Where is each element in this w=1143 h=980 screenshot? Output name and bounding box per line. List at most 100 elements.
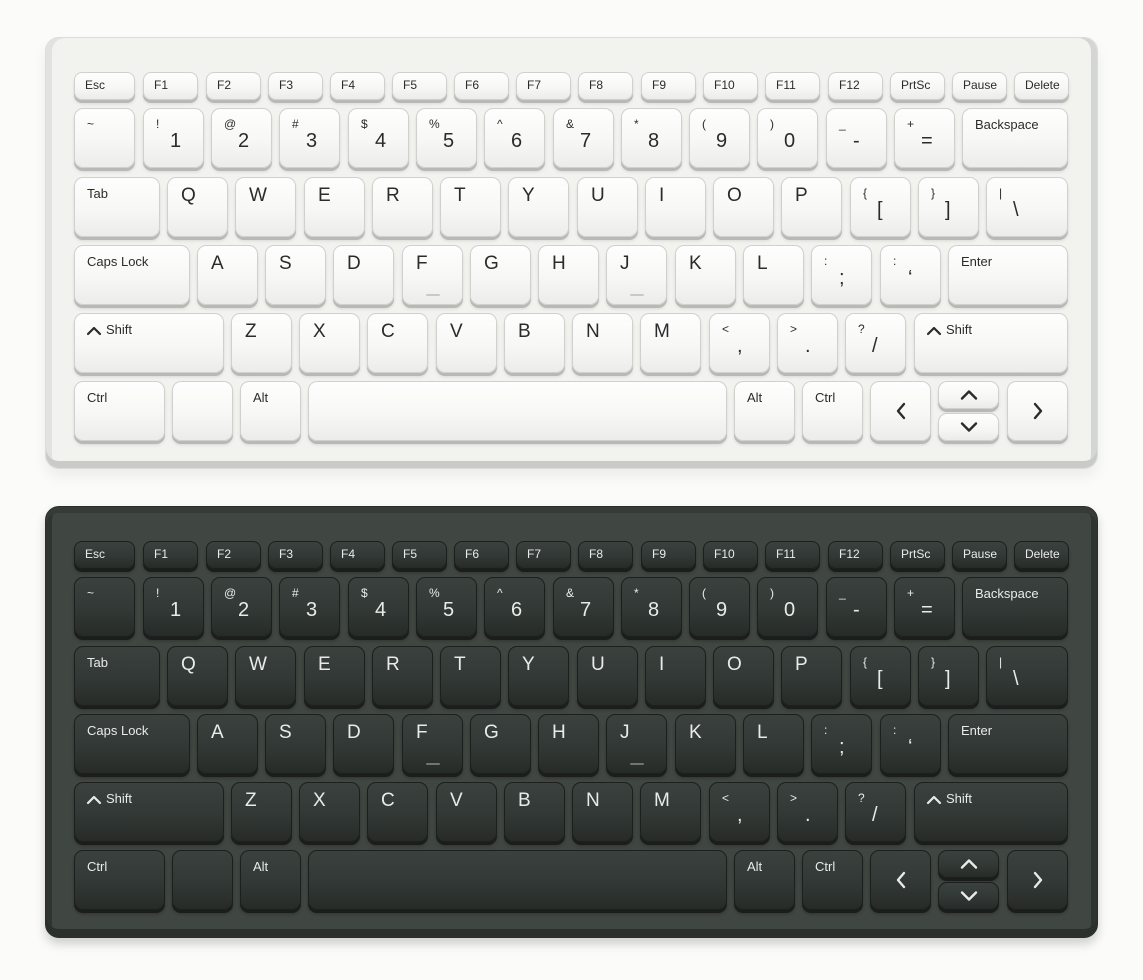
key-backslash[interactable]: | \ — [986, 177, 1068, 237]
key-1[interactable]: ! 1 — [143, 108, 204, 168]
key-backslash[interactable]: | \ — [986, 646, 1068, 706]
key-6[interactable]: ^ 6 — [484, 108, 545, 168]
key-f10[interactable]: F10 — [703, 541, 758, 569]
key-f6[interactable]: F6 — [454, 541, 509, 569]
key-ctrl[interactable]: Ctrl — [74, 850, 165, 910]
key-a[interactable]: A — [197, 714, 258, 774]
key-8[interactable]: * 8 — [621, 577, 682, 637]
key-f7[interactable]: F7 — [516, 72, 571, 100]
key-w[interactable]: W — [235, 646, 296, 706]
key-f4[interactable]: F4 — [330, 541, 385, 569]
key-3[interactable]: #3 — [279, 577, 340, 637]
key-f11[interactable]: F11 — [765, 541, 820, 569]
key-4[interactable]: $4 — [348, 577, 409, 637]
key-comma[interactable]: <, — [709, 313, 770, 373]
key-f3[interactable]: F3 — [268, 72, 323, 100]
key-s[interactable]: S — [265, 245, 326, 305]
key-f5[interactable]: F5 — [392, 541, 447, 569]
key-equals[interactable]: + = — [894, 577, 955, 637]
key-9[interactable]: (9 — [689, 577, 750, 637]
key-q[interactable]: Q — [167, 177, 228, 237]
key-0[interactable]: ) 0 — [757, 577, 818, 637]
key-f6[interactable]: F6 — [454, 72, 509, 100]
key-ctrl[interactable]: Ctrl — [802, 850, 863, 910]
key-esc[interactable]: Esc — [74, 72, 135, 100]
key-u[interactable]: U — [577, 646, 638, 706]
key-alt[interactable]: Alt — [240, 850, 301, 910]
key-e[interactable]: E — [304, 177, 365, 237]
key-shift[interactable]: Shift — [914, 782, 1068, 842]
key-period[interactable]: >. — [777, 782, 838, 842]
key-k[interactable]: K — [675, 714, 736, 774]
key-backspace[interactable]: Backspace — [962, 577, 1068, 637]
key-tilde[interactable]: ~ — [74, 577, 135, 637]
key-r[interactable]: R — [372, 646, 433, 706]
key-y[interactable]: Y — [508, 177, 569, 237]
key-arrow-up[interactable] — [938, 850, 999, 878]
key-f7[interactable]: F7 — [516, 541, 571, 569]
key-backspace[interactable]: Backspace — [962, 108, 1068, 168]
key-f9[interactable]: F9 — [641, 541, 696, 569]
key-semicolon[interactable]: :; — [811, 245, 872, 305]
key-shift[interactable]: Shift — [74, 782, 224, 842]
key-tab[interactable]: Tab — [74, 646, 160, 706]
key-c[interactable]: C — [367, 313, 428, 373]
key-quote[interactable]: : ‘ — [880, 714, 941, 774]
key-blank[interactable] — [172, 381, 233, 441]
key-r[interactable]: R — [372, 177, 433, 237]
key-k[interactable]: K — [675, 245, 736, 305]
key-7[interactable]: & 7 — [553, 577, 614, 637]
key-blank[interactable] — [172, 850, 233, 910]
key-d[interactable]: D — [333, 245, 394, 305]
key-g[interactable]: G — [470, 714, 531, 774]
key-alt[interactable]: Alt — [240, 381, 301, 441]
key-p[interactable]: P — [781, 646, 842, 706]
key-p[interactable]: P — [781, 177, 842, 237]
key-5[interactable]: % 5 — [416, 577, 477, 637]
key-pause[interactable]: Pause — [952, 72, 1007, 100]
key-i[interactable]: I — [645, 177, 706, 237]
key-arrow-left[interactable] — [870, 850, 931, 910]
key-q[interactable]: Q — [167, 646, 228, 706]
key-tab[interactable]: Tab — [74, 177, 160, 237]
key-7[interactable]: & 7 — [553, 108, 614, 168]
key-f8[interactable]: F8 — [578, 541, 633, 569]
key-f12[interactable]: F12 — [828, 541, 883, 569]
key-b[interactable]: B — [504, 313, 565, 373]
key-n[interactable]: N — [572, 782, 633, 842]
key-6[interactable]: ^ 6 — [484, 577, 545, 637]
key-quote[interactable]: : ‘ — [880, 245, 941, 305]
key-l[interactable]: L — [743, 245, 804, 305]
key-arrow-down[interactable] — [938, 882, 999, 910]
key-v[interactable]: V — [436, 782, 497, 842]
key-f11[interactable]: F11 — [765, 72, 820, 100]
key-esc[interactable]: Esc — [74, 541, 135, 569]
key-f1[interactable]: F1 — [143, 541, 198, 569]
key-delete[interactable]: Delete — [1014, 541, 1069, 569]
key-f8[interactable]: F8 — [578, 72, 633, 100]
key-arrow-down[interactable] — [938, 413, 999, 441]
key-3[interactable]: #3 — [279, 108, 340, 168]
key-f9[interactable]: F9 — [641, 72, 696, 100]
key-f1[interactable]: F1 — [143, 72, 198, 100]
key-l[interactable]: L — [743, 714, 804, 774]
key-2[interactable]: @2 — [211, 108, 272, 168]
key-h[interactable]: H — [538, 714, 599, 774]
key-enter[interactable]: Enter — [948, 245, 1068, 305]
key-9[interactable]: (9 — [689, 108, 750, 168]
key-prtsc[interactable]: PrtSc — [890, 72, 945, 100]
key-j[interactable]: J — [606, 714, 667, 774]
key-slash[interactable]: ? / — [845, 782, 906, 842]
key-pause[interactable]: Pause — [952, 541, 1007, 569]
key-4[interactable]: $4 — [348, 108, 409, 168]
key-f10[interactable]: F10 — [703, 72, 758, 100]
key-semicolon[interactable]: :; — [811, 714, 872, 774]
key-tilde[interactable]: ~ — [74, 108, 135, 168]
key-equals[interactable]: + = — [894, 108, 955, 168]
key-u[interactable]: U — [577, 177, 638, 237]
key-n[interactable]: N — [572, 313, 633, 373]
key-c[interactable]: C — [367, 782, 428, 842]
key-y[interactable]: Y — [508, 646, 569, 706]
key-m[interactable]: M — [640, 782, 701, 842]
key-s[interactable]: S — [265, 714, 326, 774]
